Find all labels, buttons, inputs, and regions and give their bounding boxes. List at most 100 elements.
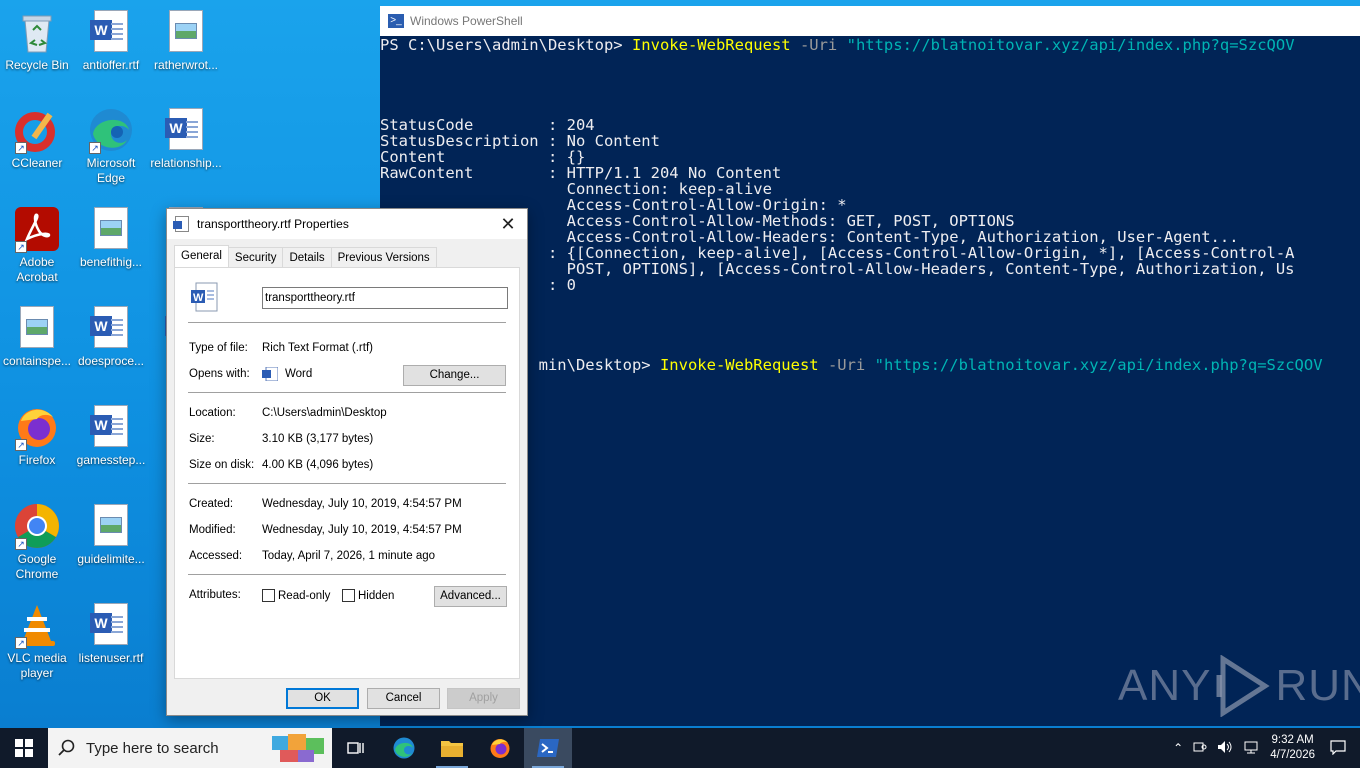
taskbar-search-box[interactable]: Type here to search: [48, 728, 332, 768]
shortcut-arrow-icon: ↗: [15, 241, 27, 253]
task-view-icon: [347, 742, 364, 754]
people-icon[interactable]: [1193, 740, 1207, 757]
desktop-icon-label: VLC media player: [7, 651, 67, 680]
tab-bar: General Security Details Previous Versio…: [174, 245, 437, 267]
desktop-icon-relationship[interactable]: W relationship...: [149, 106, 223, 171]
divider: [188, 322, 506, 323]
shortcut-arrow-icon: ↗: [15, 538, 27, 550]
desktop-icon-label: Firefox: [18, 453, 56, 467]
desktop-icon-adobe-acrobat[interactable]: ↗ Adobe Acrobat: [0, 205, 74, 285]
desktop-icon-listenuser[interactable]: W listenuser.rtf: [74, 601, 148, 666]
start-button[interactable]: [0, 728, 48, 768]
size-label: Size:: [189, 433, 215, 445]
taskbar-file-explorer[interactable]: [428, 728, 476, 768]
tab-previous-versions[interactable]: Previous Versions: [330, 247, 437, 267]
clock-date: 4/7/2026: [1270, 749, 1315, 761]
search-icon: [58, 739, 75, 756]
powershell-titlebar[interactable]: >_ Windows PowerShell: [380, 6, 1360, 36]
general-panel: W transporttheory.rtf Type of file: Rich…: [174, 267, 520, 679]
play-logo-icon: [1216, 655, 1271, 717]
image-file-icon: [162, 8, 210, 56]
desktop-icon-doesproce[interactable]: W doesproce...: [74, 304, 148, 369]
desktop-icon-guidelimite[interactable]: guidelimite...: [74, 502, 148, 567]
desktop-icon-vlc[interactable]: ↗ VLC media player: [0, 601, 74, 681]
shortcut-arrow-icon: ↗: [15, 142, 27, 154]
desktop-icon-recycle-bin[interactable]: Recycle Bin: [0, 8, 74, 73]
svg-text:W: W: [193, 292, 204, 304]
properties-dialog[interactable]: transporttheory.rtf Properties ✕ General…: [166, 208, 528, 716]
desktop-icon-label: relationship...: [150, 156, 222, 170]
created-value: Wednesday, July 10, 2019, 4:54:57 PM: [262, 498, 462, 510]
task-view-button[interactable]: [332, 728, 380, 768]
opens-with-label: Opens with:: [189, 368, 250, 380]
chrome-icon: ↗: [13, 502, 61, 550]
apply-button[interactable]: Apply: [447, 688, 520, 709]
taskbar: Type here to search ⌃ 9:32 AM 4/7/2026: [0, 728, 1360, 768]
read-only-checkbox[interactable]: [262, 589, 275, 602]
firefox-icon: [490, 739, 510, 758]
dialog-titlebar[interactable]: transporttheory.rtf Properties: [167, 209, 527, 239]
desktop-icon-label: guidelimite...: [77, 552, 145, 566]
desktop-icon-ccleaner[interactable]: ↗ CCleaner: [0, 106, 74, 171]
advanced-button[interactable]: Advanced...: [434, 586, 507, 607]
edge-icon: ↗: [87, 106, 135, 154]
tab-details[interactable]: Details: [282, 247, 332, 267]
powershell-title: Windows PowerShell: [410, 14, 523, 28]
taskbar-powershell[interactable]: [524, 728, 572, 768]
divider: [188, 574, 506, 575]
created-label: Created:: [189, 498, 234, 510]
chevron-up-icon[interactable]: ⌃: [1173, 741, 1183, 755]
clock[interactable]: 9:32 AM 4/7/2026: [1270, 733, 1315, 763]
desktop-icon-ratherwrot[interactable]: ratherwrot...: [149, 8, 223, 73]
desktop-icon-label: Google Chrome: [15, 552, 59, 581]
desktop-icon-microsoft-edge[interactable]: ↗ Microsoft Edge: [74, 106, 148, 186]
powershell-icon: [537, 739, 559, 757]
tab-general[interactable]: General: [174, 245, 229, 267]
console-output-line: StatusDescription : No Content: [380, 132, 660, 150]
network-icon[interactable]: [1243, 740, 1259, 757]
console-output-line: RawContent : HTTP/1.1 204 No Content: [380, 164, 782, 182]
desktop-icon-label: antioffer.rtf: [82, 58, 140, 72]
console-output-line: Content : {}: [380, 148, 586, 166]
divider: [188, 483, 506, 484]
divider: [188, 392, 506, 393]
word-app-icon: [262, 367, 278, 381]
volume-icon[interactable]: [1217, 740, 1233, 757]
desktop-icon-benefithig[interactable]: benefithig...: [74, 205, 148, 270]
folder-icon: [441, 741, 463, 757]
taskbar-firefox[interactable]: [476, 728, 524, 768]
desktop-icon-gamesstep[interactable]: W gamesstep...: [74, 403, 148, 468]
opens-with-app-name: Word: [285, 368, 313, 380]
tab-security[interactable]: Security: [227, 247, 284, 267]
desktop-icon-google-chrome[interactable]: ↗ Google Chrome: [0, 502, 74, 582]
size-value: 3.10 KB (3,177 bytes): [262, 433, 374, 445]
hidden-checkbox[interactable]: [342, 589, 355, 602]
desktop-icon-label: doesproce...: [77, 354, 145, 368]
notification-icon[interactable]: [1330, 739, 1346, 758]
opens-with-value: Word: [262, 367, 312, 381]
shortcut-arrow-icon: ↗: [89, 142, 101, 154]
desktop-icon-containspe[interactable]: containspe...: [0, 304, 74, 369]
image-file-icon: [13, 304, 61, 352]
hidden-label[interactable]: Hidden: [358, 590, 394, 602]
word-document-icon: W: [190, 282, 218, 312]
filename-field[interactable]: transporttheory.rtf: [262, 287, 508, 309]
word-document-icon: W: [87, 8, 135, 56]
size-on-disk-value: 4.00 KB (4,096 bytes): [262, 459, 374, 471]
close-button[interactable]: ✕: [493, 209, 523, 239]
desktop-icon-antioffer[interactable]: W antioffer.rtf: [74, 8, 148, 73]
read-only-label[interactable]: Read-only: [278, 590, 330, 602]
rtf-file-icon: [173, 216, 189, 232]
image-file-icon: [87, 205, 135, 253]
accessed-label: Accessed:: [189, 550, 243, 562]
taskbar-edge[interactable]: [380, 728, 428, 768]
ok-button[interactable]: OK: [286, 688, 359, 709]
cancel-button[interactable]: Cancel: [367, 688, 440, 709]
shortcut-arrow-icon: ↗: [15, 439, 27, 451]
desktop-icon-firefox[interactable]: ↗ Firefox: [0, 403, 74, 468]
change-button[interactable]: Change...: [403, 365, 506, 386]
console-output-line: StatusCode : 204: [380, 116, 595, 134]
size-on-disk-label: Size on disk:: [189, 459, 255, 471]
word-document-icon: W: [162, 106, 210, 154]
image-file-icon: [87, 502, 135, 550]
